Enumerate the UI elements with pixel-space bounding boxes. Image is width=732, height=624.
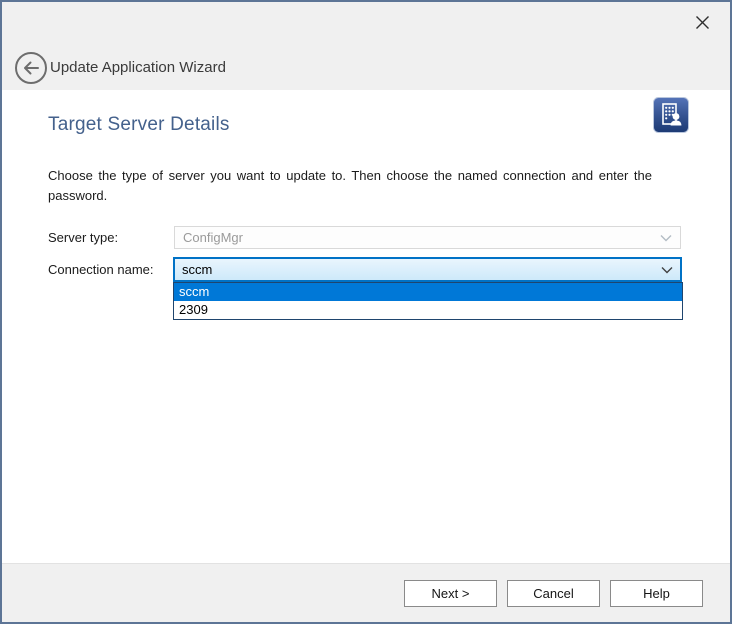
- cancel-button[interactable]: Cancel: [507, 580, 600, 607]
- close-button[interactable]: [690, 10, 714, 34]
- server-type-value: ConfigMgr: [183, 230, 243, 245]
- dropdown-option-2309[interactable]: 2309: [174, 301, 682, 319]
- chevron-down-icon[interactable]: [661, 266, 673, 274]
- connection-name-value: sccm: [182, 262, 212, 277]
- wizard-header: Update Application Wizard: [2, 2, 730, 90]
- page-title: Target Server Details: [48, 114, 230, 136]
- back-arrow-icon: [14, 51, 48, 85]
- wizard-window: Update Application Wizard Target Server …: [0, 0, 732, 624]
- wizard-footer: Next > Cancel Help: [2, 563, 730, 622]
- connection-name-combobox[interactable]: sccm: [173, 257, 682, 282]
- help-button[interactable]: Help: [610, 580, 703, 607]
- dropdown-option-sccm[interactable]: sccm: [174, 283, 682, 301]
- application-server-icon: [653, 97, 689, 138]
- server-type-select: ConfigMgr: [174, 226, 681, 249]
- wizard-page: Target Server Details: [2, 90, 730, 563]
- chevron-down-icon: [660, 234, 672, 242]
- back-button[interactable]: [14, 51, 48, 85]
- connection-name-label: Connection name:: [48, 262, 154, 277]
- server-type-label: Server type:: [48, 230, 118, 245]
- connection-name-dropdown-list: sccm 2309: [173, 282, 683, 320]
- close-icon: [695, 15, 710, 30]
- wizard-title: Update Application Wizard: [50, 59, 226, 76]
- page-description: Choose the type of server you want to up…: [48, 166, 652, 206]
- next-button[interactable]: Next >: [404, 580, 497, 607]
